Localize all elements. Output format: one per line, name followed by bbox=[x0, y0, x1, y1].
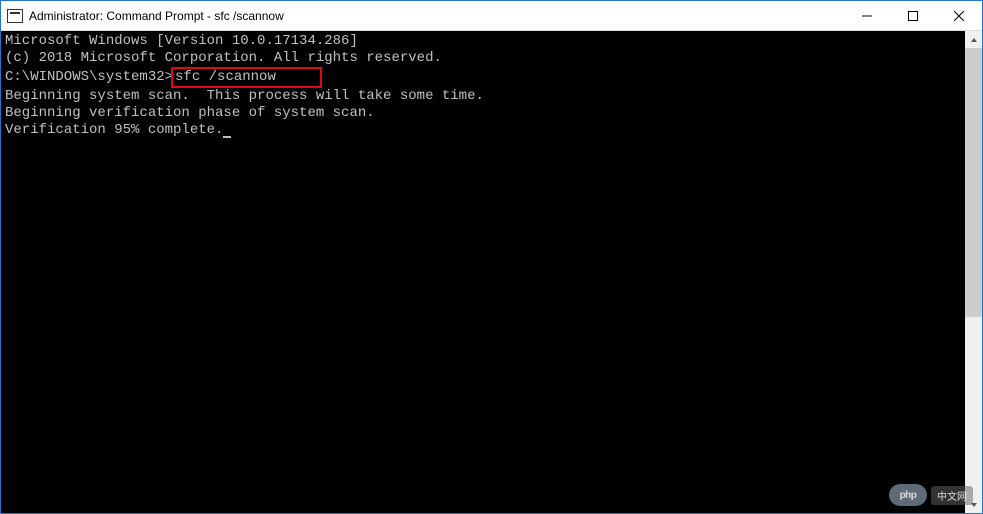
output-line: Verification 95% complete. bbox=[5, 122, 961, 139]
terminal-output[interactable]: Microsoft Windows [Version 10.0.17134.28… bbox=[1, 31, 965, 513]
output-line: Microsoft Windows [Version 10.0.17134.28… bbox=[5, 33, 961, 50]
watermark-text: 中文网 bbox=[931, 486, 973, 505]
chevron-up-icon bbox=[970, 36, 978, 44]
command-prompt-window: Administrator: Command Prompt - sfc /sca… bbox=[0, 0, 983, 514]
output-line: Beginning system scan. This process will… bbox=[5, 88, 961, 105]
cursor-icon bbox=[223, 136, 231, 138]
watermark-logo: php bbox=[889, 484, 927, 506]
maximize-button[interactable] bbox=[890, 1, 936, 30]
titlebar: Administrator: Command Prompt - sfc /sca… bbox=[1, 1, 982, 31]
scroll-thumb[interactable] bbox=[965, 48, 982, 317]
scroll-track[interactable] bbox=[965, 48, 982, 496]
cmd-icon bbox=[7, 9, 23, 23]
progress-text: Verification 95% complete. bbox=[5, 122, 223, 138]
scroll-up-button[interactable] bbox=[965, 31, 982, 48]
titlebar-left: Administrator: Command Prompt - sfc /sca… bbox=[1, 9, 284, 23]
command-highlight: sfc /scannow bbox=[171, 67, 322, 88]
content-area: Microsoft Windows [Version 10.0.17134.28… bbox=[1, 31, 982, 513]
prompt-path: C:\WINDOWS\system32> bbox=[5, 69, 173, 85]
watermark: php 中文网 bbox=[889, 484, 973, 506]
minimize-icon bbox=[862, 11, 872, 21]
output-line: Beginning verification phase of system s… bbox=[5, 105, 961, 122]
command-text: sfc /scannow bbox=[175, 69, 276, 85]
window-title: Administrator: Command Prompt - sfc /sca… bbox=[29, 9, 284, 23]
prompt-line: C:\WINDOWS\system32>sfc /scannow bbox=[5, 67, 961, 88]
output-line: (c) 2018 Microsoft Corporation. All righ… bbox=[5, 50, 961, 67]
minimize-button[interactable] bbox=[844, 1, 890, 30]
close-button[interactable] bbox=[936, 1, 982, 30]
close-icon bbox=[954, 11, 964, 21]
window-controls bbox=[844, 1, 982, 30]
vertical-scrollbar[interactable] bbox=[965, 31, 982, 513]
maximize-icon bbox=[908, 11, 918, 21]
